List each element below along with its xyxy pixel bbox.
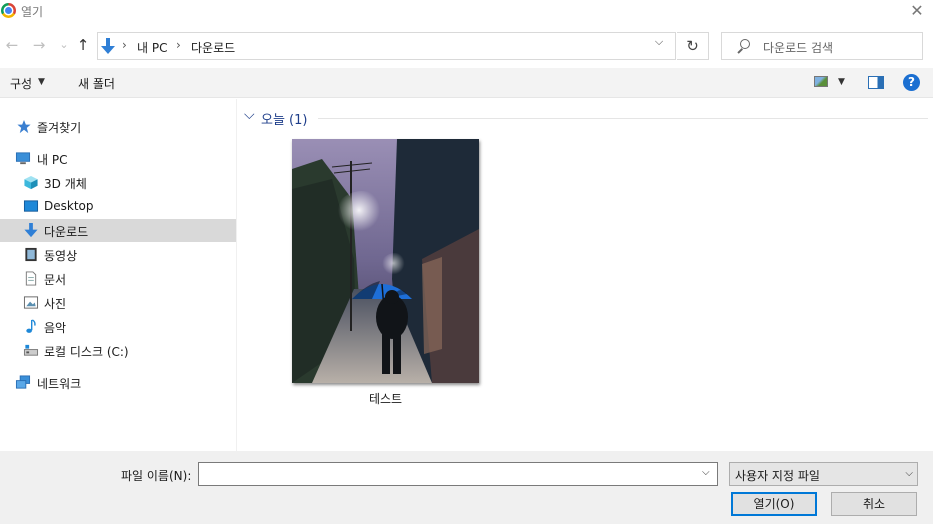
file-name-label[interactable]: 테스트 [292,390,479,407]
file-list: ⌵ 오늘 (1) 테스트 [238,99,933,451]
search-placeholder: 다운로드 검색 [763,41,834,55]
breadcrumb-this-pc[interactable]: 내 PC [137,39,167,56]
organize-button[interactable]: 구성 [10,75,32,92]
document-icon [25,271,37,286]
search-icon [736,39,750,53]
recent-locations-button[interactable]: ⌄ [55,38,73,51]
help-icon[interactable]: ? [903,74,920,91]
sidebar-item-label: 즐겨찾기 [37,121,82,135]
sidebar-item-label: 문서 [44,273,67,287]
drive-icon [23,344,39,356]
search-box[interactable]: 다운로드 검색 [721,32,923,60]
sidebar-item-3d-objects[interactable]: 3D 개체 [0,171,236,194]
pc-icon [15,152,31,165]
sidebar-item-label: 3D 개체 [44,177,87,191]
sidebar-item-desktop[interactable]: Desktop [0,195,236,218]
sidebar-item-downloads[interactable]: 다운로드 [0,219,236,242]
desktop-icon [23,200,39,212]
group-divider [318,118,928,119]
filetype-value: 사용자 지정 파일 [735,469,820,483]
up-button[interactable]: ↑ [74,36,92,54]
organize-dropdown-arrow[interactable]: ▼ [38,77,45,87]
filename-label: 파일 이름(N): [121,469,192,483]
forward-button[interactable]: → [30,36,48,54]
filetype-select[interactable]: 사용자 지정 파일 ⌵ [729,462,918,486]
sidebar-item-network[interactable]: 네트워크 [0,371,236,394]
preview-pane-icon[interactable] [868,76,884,89]
filename-dropdown-button[interactable]: ⌵ [702,467,710,478]
download-arrow-icon [101,38,115,54]
sidebar-item-pictures[interactable]: 사진 [0,291,236,314]
change-view-icon[interactable] [814,76,828,87]
sidebar-item-videos[interactable]: 동영상 [0,243,236,266]
refresh-button[interactable]: ↻ [677,32,709,60]
chrome-app-icon [1,3,16,18]
sidebar-item-this-pc[interactable]: 내 PC [0,147,236,170]
breadcrumb-downloads[interactable]: 다운로드 [191,39,235,56]
download-icon [24,223,38,238]
navigation-pane: 즐겨찾기 내 PC 3D 개체 Desktop 다운로드 동영상 문서 사진 음… [0,99,237,451]
group-header-today[interactable]: ⌵ 오늘 (1) [238,107,928,128]
alley-umbrella-photo [292,139,479,383]
sidebar-item-label: 사진 [44,297,67,311]
sidebar-item-local-disk[interactable]: 로컬 디스크 (C:) [0,339,236,362]
picture-icon [23,296,39,309]
filename-input[interactable] [198,462,718,486]
music-icon [26,319,36,333]
close-button[interactable]: ✕ [907,1,927,21]
sidebar-item-label: 다운로드 [44,225,89,239]
sidebar-item-label: Desktop [44,199,94,213]
chevron-down-icon: ⌵ [905,468,913,479]
window-title: 열기 [21,5,44,19]
collapse-chevron-icon[interactable]: ⌵ [244,107,255,123]
breadcrumb-separator[interactable]: › [176,38,181,52]
file-thumbnail[interactable] [292,139,479,383]
cube-icon [24,175,38,190]
sidebar-item-quick-access[interactable]: 즐겨찾기 [0,115,236,138]
command-bar: 구성 ▼ 새 폴더 ▼ ? [0,68,933,98]
group-label: 오늘 (1) [261,113,308,128]
address-dropdown-button[interactable]: ⌵ [652,35,666,49]
sidebar-item-music[interactable]: 음악 [0,315,236,338]
title-bar: 열기 ✕ [0,0,933,22]
back-button[interactable]: ← [3,36,21,54]
video-icon [25,247,37,262]
sidebar-item-label: 내 PC [37,153,68,167]
open-button[interactable]: 열기(O) [731,492,817,516]
breadcrumb-separator[interactable]: › [122,38,127,52]
sidebar-item-label: 음악 [44,321,67,335]
sidebar-item-label: 로컬 디스크 (C:) [44,345,129,359]
sidebar-item-label: 동영상 [44,249,78,263]
star-icon [17,119,31,134]
network-icon [15,375,31,389]
view-dropdown-arrow[interactable]: ▼ [838,77,845,87]
sidebar-item-label: 네트워크 [37,377,82,391]
sidebar-item-documents[interactable]: 문서 [0,267,236,290]
new-folder-button[interactable]: 새 폴더 [78,75,115,92]
dialog-footer: 파일 이름(N): ⌵ 사용자 지정 파일 ⌵ 열기(O) 취소 [0,451,933,524]
cancel-button[interactable]: 취소 [831,492,917,516]
address-bar[interactable]: › 내 PC › 다운로드 [97,32,676,60]
